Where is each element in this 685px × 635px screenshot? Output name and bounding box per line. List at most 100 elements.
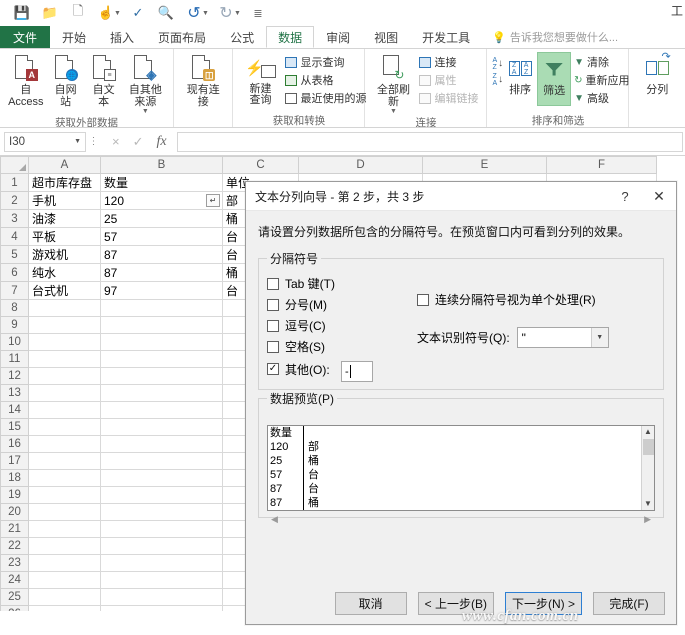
cell[interactable]: 87 (100, 263, 223, 282)
select-all-corner[interactable] (0, 156, 29, 174)
row-header-26[interactable]: 26 (0, 605, 29, 611)
sort-descending-button[interactable]: ZA ↓ (492, 72, 503, 88)
insert-function-icon[interactable]: fx (157, 134, 167, 150)
cell[interactable] (100, 469, 223, 487)
customize-qat-icon[interactable]: ≣ (244, 1, 272, 25)
cell[interactable] (100, 503, 223, 521)
tab-view[interactable]: 视图 (362, 26, 410, 48)
tab-insert[interactable]: 插入 (98, 26, 146, 48)
from-text-button[interactable]: ≡ 自文本 (85, 52, 123, 108)
cell[interactable] (100, 333, 223, 351)
cell[interactable]: 纯水 (28, 263, 101, 282)
enter-formula-icon[interactable]: ✓ (133, 134, 144, 150)
name-box[interactable]: I30 ▼ (4, 131, 86, 152)
other-delimiter-input[interactable]: - (341, 361, 373, 382)
redo-chevron-down-icon[interactable]: ▼ (234, 10, 244, 17)
tab-file[interactable]: 文件 (0, 26, 51, 48)
from-access-button[interactable]: A 自 Access (5, 52, 47, 108)
refresh-all-button[interactable]: ↻ 全部刷新 ▼ (370, 52, 416, 115)
cell[interactable] (100, 520, 223, 538)
tab-formulas[interactable]: 公式 (218, 26, 266, 48)
tab-review[interactable]: 审阅 (314, 26, 362, 48)
space-checkbox[interactable]: 空格(S) (267, 336, 399, 357)
row-header-20[interactable]: 20 (0, 503, 29, 521)
cell[interactable] (28, 571, 101, 589)
tab-checkbox[interactable]: Tab 键(T) (267, 273, 399, 294)
row-header-5[interactable]: 5 (0, 245, 29, 264)
cell[interactable] (100, 299, 223, 317)
row-header-10[interactable]: 10 (0, 333, 29, 351)
row-header-17[interactable]: 17 (0, 452, 29, 470)
cell[interactable] (28, 316, 101, 334)
cell[interactable] (100, 554, 223, 572)
chevron-down-icon[interactable]: ▼ (590, 328, 608, 347)
cell[interactable] (28, 520, 101, 538)
cell[interactable] (28, 469, 101, 487)
row-header-13[interactable]: 13 (0, 384, 29, 402)
from-other-sources-button[interactable]: ◈ 自其他来源 ▼ (123, 52, 169, 115)
cell[interactable] (100, 605, 223, 611)
back-button[interactable]: < 上一步(B) (417, 592, 494, 615)
from-web-button[interactable]: 🌐 自网站 (47, 52, 85, 108)
cell[interactable] (28, 452, 101, 470)
cell[interactable] (100, 435, 223, 453)
row-header-8[interactable]: 8 (0, 299, 29, 317)
text-to-columns-button[interactable]: ↷ 分列 (638, 51, 676, 96)
scroll-down-icon[interactable]: ▼ (644, 498, 652, 510)
sort-button[interactable]: ZA AZ 排序 (503, 52, 537, 96)
chevron-down-icon[interactable]: ▼ (74, 138, 81, 145)
connections-button[interactable]: 连接 (416, 53, 481, 71)
row-header-23[interactable]: 23 (0, 554, 29, 572)
row-header-12[interactable]: 12 (0, 367, 29, 385)
row-header-15[interactable]: 15 (0, 418, 29, 436)
new-file-icon[interactable]: 🗋 (64, 1, 92, 25)
save-icon[interactable]: 💾 (8, 1, 36, 25)
cell[interactable]: 97 (100, 281, 223, 300)
chevron-down-icon[interactable]: ▼ (390, 108, 397, 115)
cell[interactable]: 57 (100, 227, 223, 246)
tab-data[interactable]: 数据 (266, 26, 315, 48)
row-header-4[interactable]: 4 (0, 227, 29, 246)
tell-me-box[interactable]: 💡 告诉我您想要做什么... (492, 26, 618, 48)
cancel-button[interactable]: 取消 (334, 592, 407, 615)
cell[interactable]: 87 (100, 245, 223, 264)
open-folder-icon[interactable]: 📁 (36, 1, 64, 25)
tab-developer[interactable]: 开发工具 (410, 26, 482, 48)
formula-bar-splitter[interactable]: ⋮ (86, 136, 102, 147)
close-icon[interactable]: ✕ (642, 182, 676, 210)
treat-consecutive-checkbox[interactable]: 连续分隔符号视为单个处理(R) (417, 289, 655, 310)
cancel-formula-icon[interactable]: × (112, 134, 120, 149)
cell[interactable]: 手机 (28, 191, 101, 210)
cell[interactable] (100, 316, 223, 334)
row-header-2[interactable]: 2 (0, 191, 29, 210)
cell[interactable] (100, 588, 223, 606)
finish-button[interactable]: 完成(F) (593, 592, 665, 615)
cell[interactable]: 台式机 (28, 281, 101, 300)
other-checkbox[interactable]: ✓ 其他(O): (267, 361, 330, 378)
column-header-e[interactable]: E (422, 156, 547, 174)
cell[interactable] (100, 537, 223, 555)
cell[interactable] (28, 333, 101, 351)
cell[interactable]: 120 ↵ (100, 191, 223, 210)
cell[interactable] (100, 571, 223, 589)
chevron-down-icon[interactable]: ▼ (114, 10, 124, 17)
formula-input[interactable] (176, 131, 683, 152)
column-header-d[interactable]: D (298, 156, 423, 174)
cell[interactable] (28, 503, 101, 521)
cell[interactable] (28, 537, 101, 555)
scroll-right-icon[interactable]: ▶ (644, 514, 651, 525)
cell[interactable] (28, 384, 101, 402)
cell[interactable] (28, 588, 101, 606)
next-button[interactable]: 下一步(N) > (504, 592, 582, 615)
row-header-14[interactable]: 14 (0, 401, 29, 419)
reapply-button[interactable]: ↻ 重新应用 (571, 71, 632, 89)
cell[interactable]: 数量 (100, 173, 223, 192)
column-header-b[interactable]: B (100, 156, 223, 174)
cell[interactable]: 油漆 (28, 209, 101, 228)
tab-page-layout[interactable]: 页面布局 (146, 26, 218, 48)
column-header-f[interactable]: F (546, 156, 657, 174)
cell[interactable] (28, 401, 101, 419)
cell[interactable] (28, 486, 101, 504)
spellcheck-icon[interactable]: ✓ (124, 1, 152, 25)
cell[interactable]: 25 (100, 209, 223, 228)
